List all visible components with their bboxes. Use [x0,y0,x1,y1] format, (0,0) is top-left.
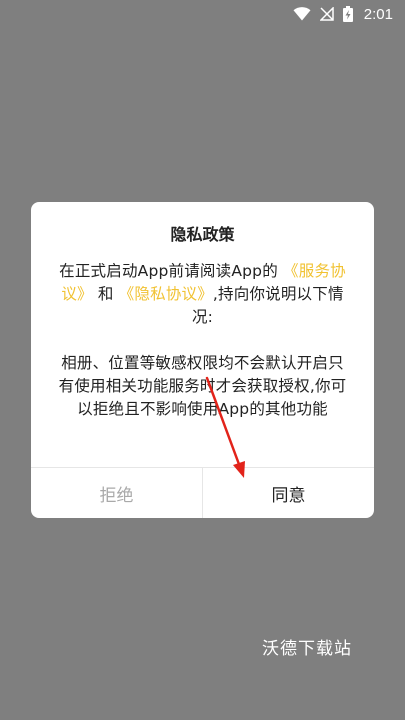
wifi-icon [293,7,311,21]
intro-text-and: 和 [97,285,114,303]
intro-text-before: 在正式启动App前请阅读App的 [59,262,278,280]
status-time: 2:01 [363,5,393,23]
reject-button[interactable]: 拒绝 [31,468,203,518]
privacy-agreement-link[interactable]: 《隐私协议》 [119,285,213,303]
signal-off-icon [319,7,334,21]
dialog-body: 在正式启动App前请阅读App的 《服务协议》 和 《隐私协议》,持向你说明以下… [31,260,374,421]
status-bar: 2:01 [0,0,405,28]
privacy-policy-dialog: 隐私政策 在正式启动App前请阅读App的 《服务协议》 和 《隐私协议》,持向… [31,202,374,518]
agree-button[interactable]: 同意 [203,468,374,518]
battery-charging-icon [342,6,353,22]
watermark-text: 沃德下载站 [262,639,352,659]
dialog-title: 隐私政策 [170,225,235,244]
intro-text-after: ,持向你说明以下情况: [191,285,344,326]
dialog-footer: 拒绝 同意 [31,467,374,518]
permissions-paragraph: 相册、位置等敏感权限均不会默认开启只有使用相关功能服务时才会获取授权,你可以拒绝… [58,354,347,418]
intro-paragraph: 在正式启动App前请阅读App的 《服务协议》 和 《隐私协议》,持向你说明以下… [57,260,348,329]
